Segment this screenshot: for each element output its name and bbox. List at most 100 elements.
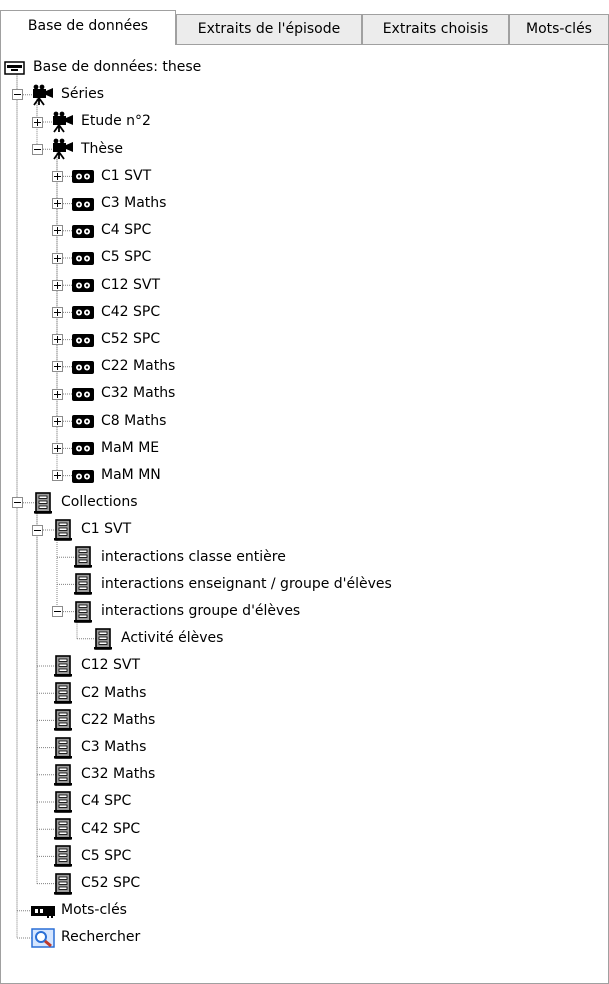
key-icon	[31, 900, 55, 922]
collection-icon	[51, 845, 75, 868]
tree-item-label: C42 SPC	[101, 303, 161, 320]
tree-item-label: MaM MN	[101, 467, 161, 483]
tree-item[interactable]: C1 SVT	[51, 516, 131, 543]
expand-icon[interactable]	[52, 361, 63, 373]
tree-item-label: C22 Maths	[101, 358, 176, 375]
collection-icon	[51, 655, 75, 677]
videotape-icon	[71, 247, 95, 269]
collection-icon	[51, 791, 75, 813]
collection-icon	[71, 546, 95, 568]
tree-item[interactable]: C22 Maths	[51, 707, 155, 734]
tree-item[interactable]: C3 Maths	[51, 734, 146, 761]
search-icon	[31, 927, 55, 949]
videotape-icon	[71, 193, 95, 215]
tree-item[interactable]: C42 SPC	[51, 816, 140, 843]
videotape-icon	[71, 165, 95, 187]
tree-item-label: C4 SPC	[81, 793, 132, 810]
tree-item[interactable]: C3 Maths	[71, 190, 166, 217]
collapse-icon[interactable]	[32, 143, 43, 155]
collapse-icon[interactable]	[32, 524, 43, 536]
videotape-icon	[71, 329, 95, 351]
tree-item-label: C5 SPC	[101, 249, 152, 266]
tree-item[interactable]: C2 Maths	[51, 680, 146, 707]
tree-item-label: Rechercher	[61, 929, 141, 946]
tree-item[interactable]: C8 Maths	[71, 408, 166, 435]
camera-icon	[31, 84, 55, 106]
tree-item-label: interactions enseignant / groupe d'élève…	[101, 575, 392, 592]
tab-base-de-donnees[interactable]: Base de données	[0, 10, 176, 45]
tree-item[interactable]: interactions enseignant / groupe d'élève…	[71, 571, 392, 598]
tree-item-label: C3 Maths	[81, 739, 147, 755]
tree-item-label: C32 Maths	[81, 766, 156, 783]
collection-icon	[71, 600, 95, 623]
tree-item[interactable]: C52 SPC	[71, 326, 160, 353]
tree-item[interactable]: Activité élèves	[91, 625, 223, 652]
collection-icon	[51, 519, 75, 541]
expand-icon[interactable]	[52, 415, 63, 427]
tree-item[interactable]: Etude n°2	[51, 108, 151, 135]
collection-icon	[71, 573, 95, 596]
tree-item[interactable]: C4 SPC	[51, 788, 131, 815]
collapse-icon[interactable]	[52, 606, 63, 618]
videotape-icon	[71, 301, 95, 323]
tree-item[interactable]: C1 SVT	[71, 163, 151, 190]
tree-item[interactable]: C52 SPC	[51, 870, 140, 897]
tree-item-label: MaM ME	[101, 439, 160, 456]
tree-item[interactable]: C12 SVT	[71, 272, 160, 299]
tree-item-label: C12 SVT	[81, 657, 141, 674]
tree-item[interactable]: MaM MN	[71, 462, 161, 489]
videotape-icon	[71, 383, 95, 405]
tree-item-label: Mots-clés	[61, 902, 127, 919]
tree-item-label: C4 SPC	[101, 222, 152, 239]
tree-item-label: Collections	[61, 494, 138, 511]
videotape-icon	[71, 356, 95, 378]
tree-item[interactable]: Thèse	[51, 136, 123, 163]
tree-item-label: C2 Maths	[81, 684, 147, 701]
tree-item[interactable]: Collections	[31, 489, 138, 516]
expand-icon[interactable]	[52, 170, 63, 182]
expand-icon[interactable]	[52, 388, 63, 400]
expand-icon[interactable]	[52, 279, 63, 291]
expand-icon[interactable]	[52, 442, 63, 454]
videotape-icon	[71, 465, 95, 487]
tree-item[interactable]: Mots-clés	[31, 897, 127, 924]
expand-icon[interactable]	[52, 252, 63, 264]
collection-icon	[31, 491, 55, 514]
tree-item[interactable]: Base de données: these	[3, 54, 201, 81]
collapse-icon[interactable]	[12, 497, 23, 509]
tree-item[interactable]: MaM ME	[71, 435, 159, 462]
tree-item[interactable]: interactions classe entière	[71, 544, 286, 571]
tree-item-label: Séries	[61, 86, 105, 103]
expand-icon[interactable]	[32, 116, 43, 128]
camera-icon	[51, 111, 75, 133]
collection-icon	[51, 872, 75, 895]
tree-item-label: C42 SPC	[81, 820, 141, 837]
videotape-icon	[71, 220, 95, 242]
tree-item-label: C1 SVT	[101, 167, 152, 184]
tree-item[interactable]: C5 SPC	[51, 843, 131, 870]
collection-icon	[51, 682, 75, 704]
tree-item[interactable]: C22 Maths	[71, 353, 175, 380]
tree-item-label: C52 SPC	[81, 875, 141, 891]
tree-item-label: C22 Maths	[81, 711, 156, 728]
tree-item-label: C1 SVT	[81, 521, 132, 538]
tree-item[interactable]: Séries	[31, 81, 104, 108]
tree-item-label: C12 SVT	[101, 276, 161, 293]
tree-item-label: interactions classe entière	[101, 548, 286, 565]
collapse-icon[interactable]	[12, 89, 23, 101]
tree-item[interactable]: C5 SPC	[71, 244, 151, 271]
expand-icon[interactable]	[52, 306, 63, 318]
tree-item[interactable]: C32 Maths	[71, 380, 175, 407]
tree-item-label: Base de données: these	[33, 59, 202, 75]
tree-item-label: interactions groupe d'élèves	[101, 603, 301, 619]
tree-item[interactable]: C42 SPC	[71, 299, 160, 326]
expand-icon[interactable]	[52, 334, 63, 346]
tree-item[interactable]: interactions groupe d'élèves	[71, 598, 300, 625]
expand-icon[interactable]	[52, 470, 63, 482]
tree-item[interactable]: Rechercher	[31, 924, 140, 951]
tree-item[interactable]: C32 Maths	[51, 761, 155, 788]
tree-item[interactable]: C12 SVT	[51, 652, 140, 679]
expand-icon[interactable]	[52, 198, 63, 210]
tree-item[interactable]: C4 SPC	[71, 217, 151, 244]
expand-icon[interactable]	[52, 225, 63, 237]
